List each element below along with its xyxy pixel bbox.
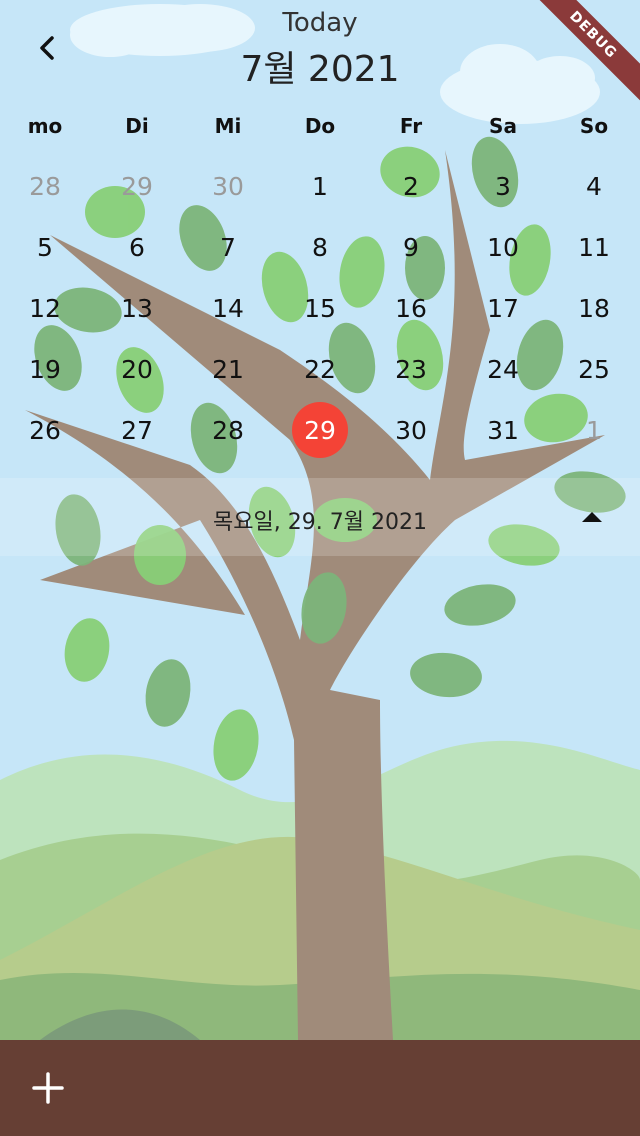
- calendar-day[interactable]: 23: [383, 341, 439, 397]
- selected-date-text: 목요일, 29. 7월 2021: [213, 510, 427, 535]
- calendar-day[interactable]: 1: [566, 402, 622, 458]
- calendar-day[interactable]: 13: [109, 280, 165, 336]
- calendar-day[interactable]: 5: [17, 219, 73, 275]
- calendar-day[interactable]: 29: [109, 158, 165, 214]
- calendar-day-selected[interactable]: 29: [292, 402, 348, 458]
- bottom-bar: [0, 1040, 640, 1136]
- calendar-day[interactable]: 1: [292, 158, 348, 214]
- calendar-day[interactable]: 17: [475, 280, 531, 336]
- calendar-day[interactable]: 10: [475, 219, 531, 275]
- calendar-day[interactable]: 24: [475, 341, 531, 397]
- calendar-day[interactable]: 7: [200, 219, 256, 275]
- calendar-day[interactable]: 21: [200, 341, 256, 397]
- calendar-day[interactable]: 27: [109, 402, 165, 458]
- calendar-day[interactable]: 8: [292, 219, 348, 275]
- calendar-day[interactable]: 2: [383, 158, 439, 214]
- calendar-day[interactable]: 3: [475, 158, 531, 214]
- calendar-day[interactable]: 6: [109, 219, 165, 275]
- calendar-day[interactable]: 16: [383, 280, 439, 336]
- calendar-day[interactable]: 4: [566, 158, 622, 214]
- calendar-day[interactable]: 28: [17, 158, 73, 214]
- calendar-day[interactable]: 25: [566, 341, 622, 397]
- calendar-day[interactable]: 19: [17, 341, 73, 397]
- calendar-day[interactable]: 15: [292, 280, 348, 336]
- calendar-day[interactable]: 26: [17, 402, 73, 458]
- calendar-day[interactable]: 22: [292, 341, 348, 397]
- calendar-day[interactable]: 12: [17, 280, 73, 336]
- calendar-day[interactable]: 28: [200, 402, 256, 458]
- calendar-day[interactable]: 14: [200, 280, 256, 336]
- calendar-day[interactable]: 18: [566, 280, 622, 336]
- calendar-grid: 28 29 30 1 2 3 4 5 6 7 8 9 10 11 12 13 14 15 16 17 18 19 20 21 2…: [0, 0, 640, 470]
- calendar-day[interactable]: 20: [109, 341, 165, 397]
- calendar-day[interactable]: 11: [566, 219, 622, 275]
- calendar-day[interactable]: 30: [383, 402, 439, 458]
- selected-date-bar[interactable]: 목요일, 29. 7월 2021: [0, 478, 640, 556]
- triangle-up-icon: [582, 512, 602, 522]
- calendar-day[interactable]: 31: [475, 402, 531, 458]
- calendar-day[interactable]: 9: [383, 219, 439, 275]
- calendar-day[interactable]: 30: [200, 158, 256, 214]
- plus-icon: [32, 1072, 64, 1104]
- add-button[interactable]: [30, 1070, 66, 1106]
- collapse-calendar-button[interactable]: [578, 504, 606, 532]
